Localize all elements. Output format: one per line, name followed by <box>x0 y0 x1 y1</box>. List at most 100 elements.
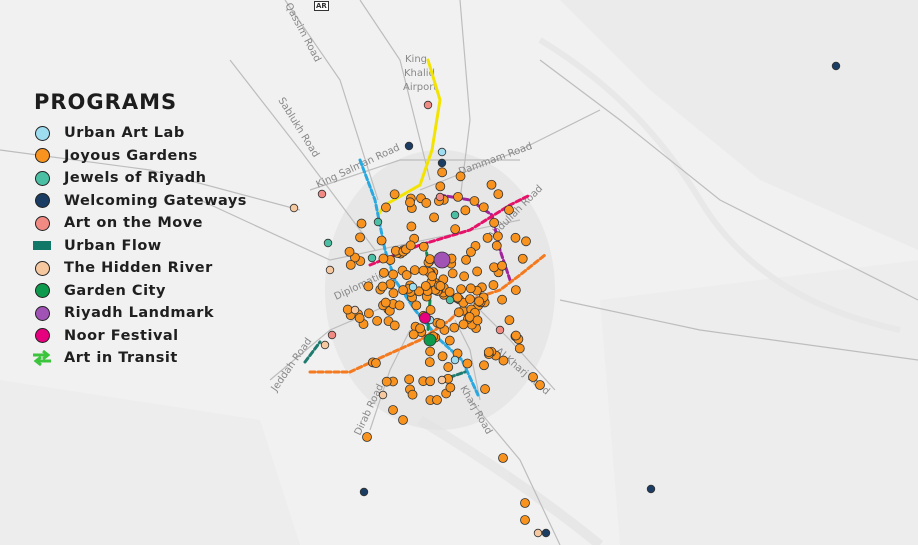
program-marker[interactable] <box>497 260 507 271</box>
program-marker[interactable] <box>504 205 514 215</box>
program-marker[interactable] <box>445 295 455 305</box>
program-marker[interactable] <box>469 196 480 206</box>
program-marker[interactable] <box>533 528 543 538</box>
program-marker[interactable] <box>289 203 299 213</box>
program-marker[interactable] <box>472 315 483 326</box>
program-marker[interactable] <box>404 141 414 151</box>
program-marker[interactable] <box>381 376 392 387</box>
program-marker[interactable] <box>407 389 418 400</box>
program-marker[interactable] <box>437 375 447 385</box>
program-marker[interactable] <box>356 218 367 229</box>
program-marker[interactable] <box>421 198 432 208</box>
program-marker[interactable] <box>435 281 446 291</box>
program-marker[interactable] <box>489 217 500 228</box>
program-marker[interactable] <box>489 262 499 273</box>
program-marker[interactable] <box>482 232 493 243</box>
program-marker[interactable] <box>517 253 528 264</box>
program-marker[interactable] <box>437 158 447 168</box>
program-marker[interactable] <box>323 238 333 248</box>
program-marker[interactable] <box>419 312 431 324</box>
program-marker[interactable] <box>427 271 438 282</box>
program-marker[interactable] <box>465 283 476 294</box>
program-marker[interactable] <box>418 241 429 252</box>
program-marker[interactable] <box>398 415 408 425</box>
program-marker[interactable] <box>344 246 355 257</box>
legend-item-welcoming-gateways[interactable]: Welcoming Gateways <box>30 190 270 213</box>
legend-item-urban-art-lab[interactable]: Urban Art Lab <box>30 122 270 145</box>
program-marker[interactable] <box>435 192 445 202</box>
program-marker[interactable] <box>394 300 405 311</box>
program-marker[interactable] <box>444 335 455 346</box>
program-marker[interactable] <box>372 315 383 326</box>
legend-item-jewels-of-riyadh[interactable]: Jewels of Riyadh <box>30 167 270 190</box>
program-marker[interactable] <box>486 179 497 190</box>
program-marker[interactable] <box>317 189 327 199</box>
program-marker[interactable] <box>411 300 422 311</box>
program-marker[interactable] <box>409 265 420 276</box>
program-marker[interactable] <box>359 487 369 497</box>
program-marker[interactable] <box>450 210 460 220</box>
program-marker[interactable] <box>452 292 463 303</box>
program-marker[interactable] <box>520 498 530 508</box>
program-marker[interactable] <box>462 358 473 369</box>
program-marker[interactable] <box>450 355 460 365</box>
program-marker[interactable] <box>377 281 388 292</box>
program-marker[interactable] <box>405 197 415 208</box>
program-marker[interactable] <box>424 254 435 265</box>
legend-item-the-hidden-river[interactable]: The Hidden River <box>30 257 270 280</box>
program-marker[interactable] <box>404 374 415 385</box>
program-marker[interactable] <box>498 453 508 463</box>
language-badge[interactable]: AR <box>314 1 329 11</box>
program-marker[interactable] <box>350 305 360 315</box>
program-marker[interactable] <box>345 259 356 270</box>
program-marker[interactable] <box>367 253 377 263</box>
program-marker[interactable] <box>378 253 389 264</box>
program-marker[interactable] <box>479 360 489 371</box>
program-marker[interactable] <box>425 376 436 387</box>
program-marker[interactable] <box>511 330 521 341</box>
program-marker[interactable] <box>378 390 388 400</box>
program-marker[interactable] <box>472 266 483 277</box>
program-marker[interactable] <box>493 231 503 242</box>
program-marker[interactable] <box>363 308 374 319</box>
program-marker[interactable] <box>449 322 460 333</box>
program-marker[interactable] <box>453 307 464 318</box>
program-marker[interactable] <box>528 372 538 382</box>
program-marker[interactable] <box>373 217 383 227</box>
program-marker[interactable] <box>388 405 398 415</box>
program-marker[interactable] <box>327 330 337 340</box>
legend-item-urban-flow[interactable]: Urban Flow <box>30 235 270 258</box>
program-marker[interactable] <box>433 251 451 269</box>
program-marker[interactable] <box>443 362 454 372</box>
program-marker[interactable] <box>458 319 469 330</box>
legend-item-art-in-transit[interactable]: Art in Transit <box>30 347 270 370</box>
program-marker[interactable] <box>455 171 466 182</box>
program-marker[interactable] <box>425 346 436 357</box>
program-marker[interactable] <box>423 333 437 347</box>
program-marker[interactable] <box>497 294 507 305</box>
program-marker[interactable] <box>354 313 365 323</box>
program-marker[interactable] <box>418 265 429 276</box>
program-marker[interactable] <box>491 240 502 251</box>
program-marker[interactable] <box>429 212 439 223</box>
legend-item-joyous-gardens[interactable]: Joyous Gardens <box>30 145 270 168</box>
program-marker[interactable] <box>432 395 442 405</box>
program-marker[interactable] <box>510 285 521 295</box>
program-marker[interactable] <box>362 432 372 442</box>
program-marker[interactable] <box>406 221 417 232</box>
program-marker[interactable] <box>461 254 471 265</box>
program-marker[interactable] <box>388 269 399 280</box>
program-marker[interactable] <box>474 296 484 307</box>
program-marker[interactable] <box>495 325 505 335</box>
program-marker[interactable] <box>376 235 387 246</box>
program-marker[interactable] <box>415 323 426 334</box>
program-marker[interactable] <box>450 224 461 235</box>
legend-item-riyadh-landmark[interactable]: Riyadh Landmark <box>30 302 270 325</box>
program-marker[interactable] <box>483 347 494 358</box>
program-marker[interactable] <box>363 281 374 292</box>
program-marker[interactable] <box>381 202 391 213</box>
program-marker[interactable] <box>541 528 551 538</box>
program-marker[interactable] <box>504 315 515 326</box>
program-marker[interactable] <box>456 284 466 295</box>
program-marker[interactable] <box>444 287 455 297</box>
